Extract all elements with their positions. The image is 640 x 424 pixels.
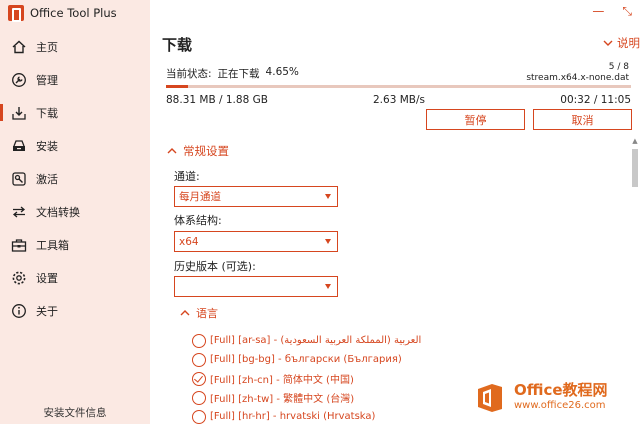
language-label: [Full] [bg-bg] - български (България) [210, 354, 402, 365]
architecture-value: x64 [179, 235, 199, 248]
status-label: 当前状态: [166, 68, 212, 80]
sidebar-item-settings[interactable]: 设置 [0, 261, 150, 294]
language-checkbox[interactable] [192, 409, 206, 424]
channel-label: 通道: [174, 170, 200, 183]
restore-button[interactable]: ⤡ [622, 4, 632, 19]
wrench-icon [10, 71, 28, 89]
help-link[interactable]: 说明 [603, 35, 640, 51]
caret-down-icon [325, 284, 331, 289]
language-checkbox-checked[interactable] [192, 371, 206, 386]
sidebar-item-label: 下载 [36, 106, 58, 120]
watermark-title: Office教程网 [514, 381, 608, 399]
download-progress-bar [166, 85, 631, 88]
sidebar-item-about[interactable]: 关于 [0, 294, 150, 327]
language-item-ar-sa[interactable]: [Full] [ar-sa] - العربية (المملكة العربي… [192, 331, 421, 350]
language-section-header[interactable]: 语言 [180, 305, 218, 321]
caret-down-icon [325, 239, 331, 244]
sidebar-item-install[interactable]: 安装 [0, 129, 150, 162]
sidebar-item-label: 工具箱 [36, 238, 69, 252]
scroll-up-icon[interactable]: ▲ [631, 137, 639, 145]
sidebar-item-toolbox[interactable]: 工具箱 [0, 228, 150, 261]
status-percent: 4.65% [265, 66, 299, 78]
sidebar-item-label: 激活 [36, 172, 58, 186]
language-label: [Full] [zh-tw] - 繁體中文 (台灣) [210, 394, 355, 405]
chevron-up-icon [180, 307, 190, 320]
toolbox-icon [10, 236, 28, 254]
sidebar: Office Tool Plus 主页 管理 下载 安装 激活 文档转换 工具箱… [0, 0, 150, 424]
general-settings-header[interactable]: 常规设置 [167, 143, 229, 159]
language-title: 语言 [196, 307, 218, 320]
app-title: Office Tool Plus [30, 6, 117, 20]
watermark: Office教程网 www.office26.com [474, 376, 634, 420]
language-checkbox[interactable] [192, 352, 206, 367]
cancel-button[interactable]: 取消 [533, 109, 632, 130]
main-panel: — ⤡ 下载 说明 当前状态: 正在下载 4.65% 5 / 8 stream.… [150, 0, 640, 424]
sidebar-item-label: 主页 [36, 40, 58, 54]
watermark-text: Office教程网 www.office26.com [514, 383, 608, 413]
sidebar-item-label: 安装 [36, 139, 58, 153]
sidebar-item-manage[interactable]: 管理 [0, 63, 150, 96]
help-label: 说明 [617, 36, 640, 50]
language-label: [Full] [zh-cn] - 简体中文 (中国) [210, 375, 354, 386]
downloaded-size: 88.31 MB / 1.88 GB [166, 94, 268, 106]
page-title: 下载 [162, 36, 193, 54]
channel-select[interactable]: 每月通道 [174, 186, 338, 207]
caret-down-icon [325, 194, 331, 199]
sidebar-item-convert[interactable]: 文档转换 [0, 195, 150, 228]
file-count: 5 / 8 [608, 62, 629, 72]
language-item-zh-cn[interactable]: [Full] [zh-cn] - 简体中文 (中国) [192, 369, 421, 388]
download-speed: 2.63 MB/s [373, 94, 425, 106]
office-watermark-logo-icon [474, 381, 508, 415]
language-checkbox[interactable] [192, 390, 206, 405]
history-version-select[interactable] [174, 276, 338, 297]
convert-icon [10, 203, 28, 221]
status-value: 正在下载 [217, 68, 260, 80]
info-icon [10, 302, 28, 320]
download-icon [10, 104, 28, 122]
app-title-bar: Office Tool Plus [8, 3, 117, 23]
language-list: [Full] [ar-sa] - العربية (المملكة العربي… [192, 331, 421, 424]
channel-value: 每月通道 [179, 191, 221, 203]
download-status: 当前状态: 正在下载 4.65% [166, 66, 299, 81]
minimize-button[interactable]: — [592, 4, 604, 19]
chevron-down-icon [603, 36, 613, 50]
history-version-label: 历史版本 (可选): [174, 260, 256, 273]
home-icon [10, 38, 28, 56]
sidebar-item-label: 文档转换 [36, 205, 80, 219]
watermark-url: www.office26.com [514, 400, 606, 411]
sidebar-item-download[interactable]: 下载 [0, 96, 150, 129]
time-elapsed: 00:32 / 11:05 [560, 94, 631, 106]
sidebar-item-activate[interactable]: 激活 [0, 162, 150, 195]
progress-fill [166, 85, 188, 88]
sidebar-item-home[interactable]: 主页 [0, 30, 150, 63]
section-title: 常规设置 [183, 144, 229, 158]
architecture-select[interactable]: x64 [174, 231, 338, 252]
file-counter: 5 / 8 stream.x64.x-none.dat [526, 62, 629, 84]
gear-icon [10, 269, 28, 287]
language-item-zh-tw[interactable]: [Full] [zh-tw] - 繁體中文 (台灣) [192, 388, 421, 407]
sidebar-item-label: 管理 [36, 73, 58, 87]
language-item-bg-bg[interactable]: [Full] [bg-bg] - български (България) [192, 350, 421, 369]
language-item-hr-hr[interactable]: [Full] [hr-hr] - hrvatski (Hrvatska) [192, 407, 421, 424]
language-checkbox[interactable] [192, 333, 206, 348]
chevron-up-icon [167, 144, 177, 158]
install-icon [10, 137, 28, 155]
office-logo-icon [8, 5, 24, 22]
install-file-info-link[interactable]: 安装文件信息 [0, 405, 150, 420]
scroll-thumb[interactable] [632, 149, 638, 187]
sidebar-item-label: 设置 [36, 271, 58, 285]
architecture-label: 体系结构: [174, 214, 222, 227]
current-filename: stream.x64.x-none.dat [526, 73, 629, 83]
language-label: [Full] [hr-hr] - hrvatski (Hrvatska) [210, 411, 376, 422]
pause-button[interactable]: 暂停 [426, 109, 525, 130]
sidebar-nav: 主页 管理 下载 安装 激活 文档转换 工具箱 设置 关于 [0, 30, 150, 327]
window-controls: — ⤡ [592, 4, 632, 19]
sidebar-item-label: 关于 [36, 304, 58, 318]
key-icon [10, 170, 28, 188]
language-label: [Full] [ar-sa] - العربية (المملكة العربي… [210, 335, 422, 346]
